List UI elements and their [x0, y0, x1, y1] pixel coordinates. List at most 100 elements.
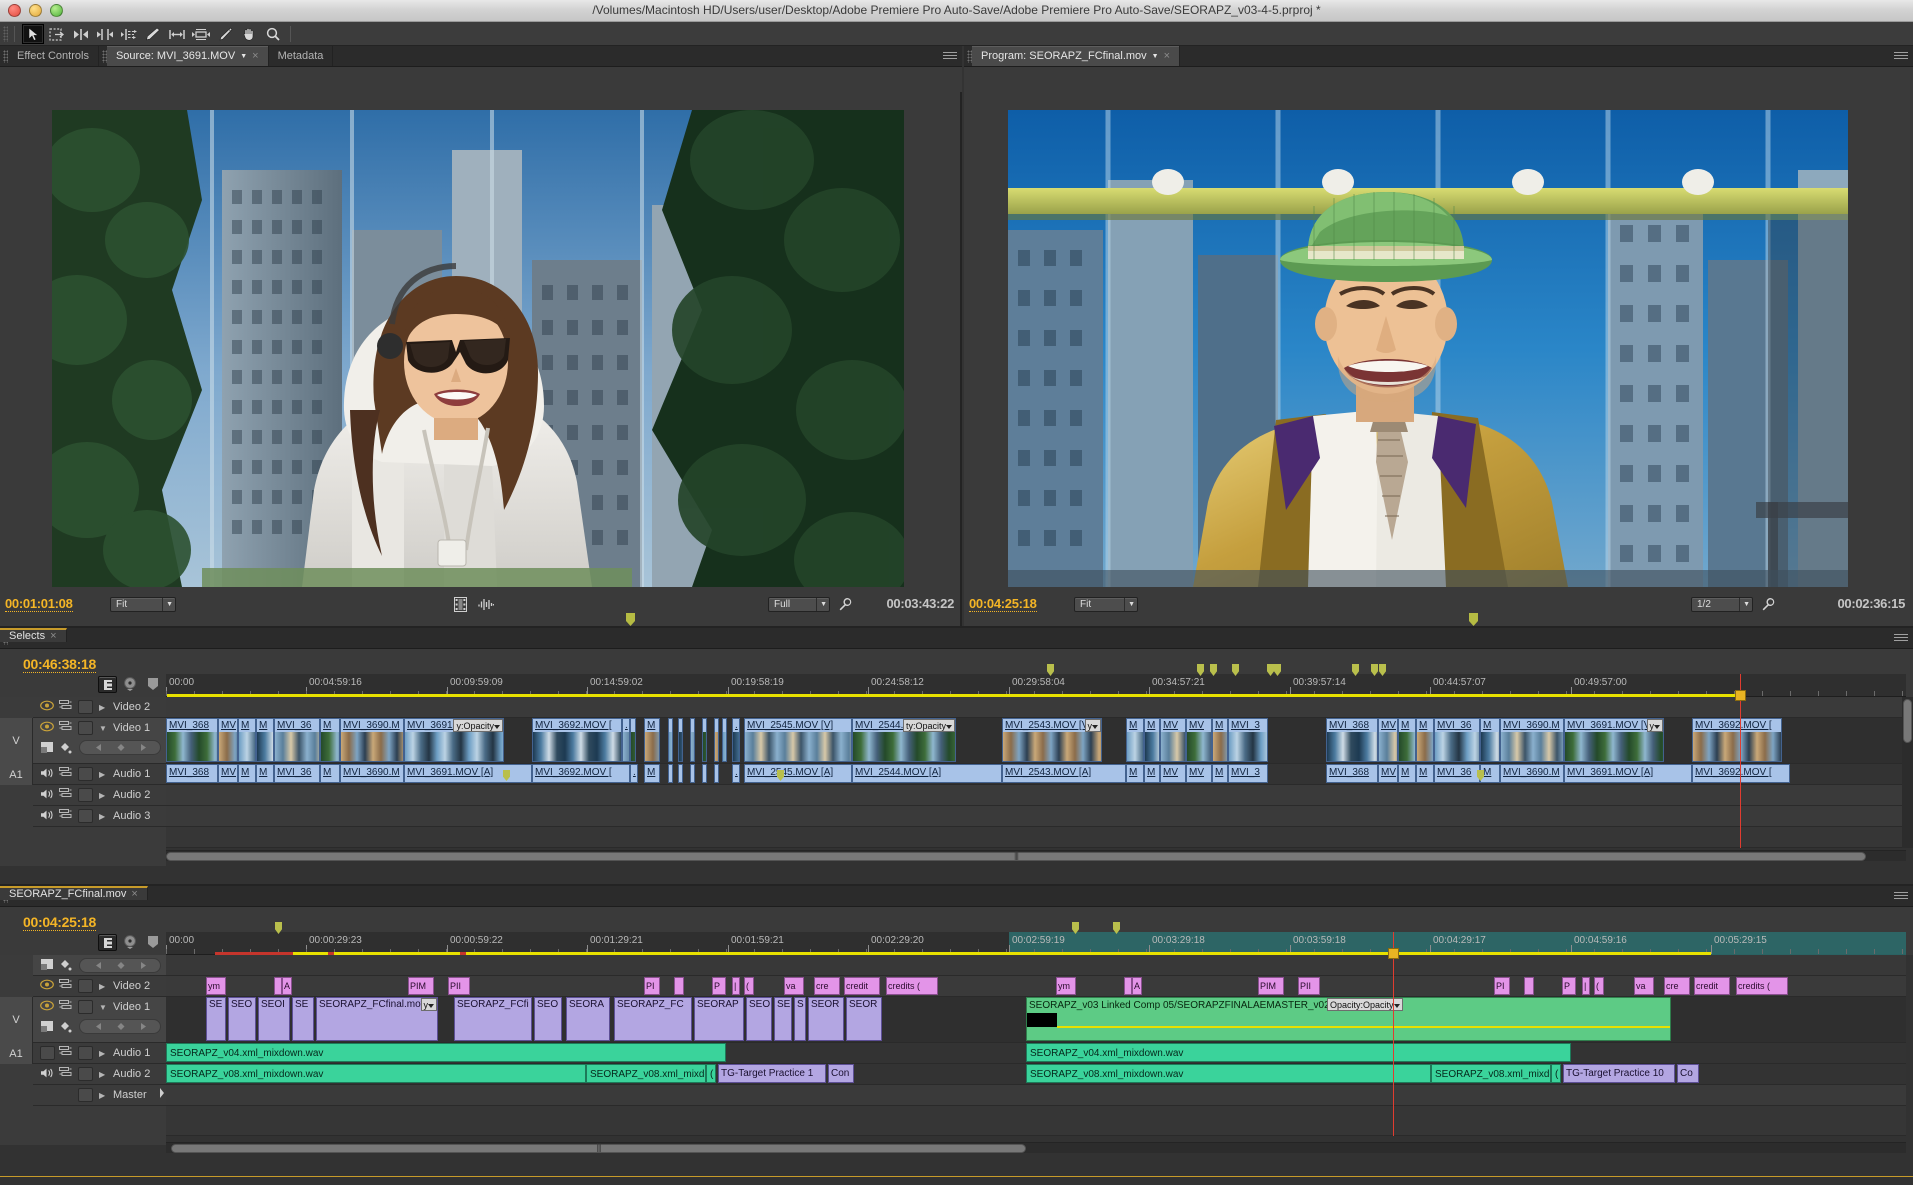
audio-clip[interactable]: Con — [828, 1064, 854, 1083]
timeline-clip[interactable]: SEORA — [566, 997, 610, 1041]
timeline-clip[interactable]: MVI_3691.MOV [V]y:Opacity — [404, 718, 504, 762]
timeline-clip[interactable]: M — [1398, 718, 1416, 762]
timeline-clip[interactable]: PIM — [408, 977, 434, 995]
timeline-clip[interactable]: A — [282, 977, 292, 995]
final-track-tools-row[interactable] — [33, 955, 166, 976]
timeline-clip[interactable] — [702, 764, 707, 783]
collapse-triangle-icon[interactable]: ▼ — [99, 1003, 107, 1012]
track-video-1[interactable]: SESEOSEOISESEORAPZ_FCfinal.movySEORAPZ_F… — [166, 997, 1906, 1043]
panel-menu-icon[interactable] — [1894, 632, 1908, 645]
track-audio-1[interactable]: MVI_368MVMMMVI_36MMVI_3690.MMVI_3691.MOV… — [166, 764, 1906, 785]
expand-triangle-icon[interactable]: ▶ — [99, 770, 105, 779]
linked-selection-icon[interactable] — [123, 935, 137, 952]
timeline-clip[interactable] — [690, 764, 695, 783]
expand-triangle-icon[interactable]: ▶ — [99, 1070, 105, 1079]
timeline-clip[interactable] — [668, 718, 673, 762]
close-icon[interactable]: × — [1164, 50, 1170, 62]
track-lock-toggle[interactable] — [78, 979, 93, 993]
timeline-clip[interactable]: M — [1144, 764, 1160, 783]
speaker-icon[interactable] — [40, 767, 54, 782]
timeline-clip[interactable]: M — [1480, 718, 1500, 762]
timeline-clip[interactable]: MVI_2544.MOV [A] — [852, 764, 1002, 783]
timeline-clip[interactable]: MVI_2544.MOV [V]ty:Opacity — [852, 718, 956, 762]
keyframe-navigator[interactable] — [79, 1019, 161, 1034]
track-select-tool[interactable] — [46, 24, 68, 44]
pen-tool[interactable] — [214, 24, 236, 44]
program-monitor-image[interactable] — [1008, 110, 1848, 587]
settings-wrench-icon[interactable] — [1761, 597, 1775, 614]
eye-icon[interactable] — [40, 721, 54, 735]
timeline-clip[interactable]: MVI_368 — [1326, 718, 1378, 762]
sync-lock-icon[interactable] — [59, 767, 72, 781]
track-lock-toggle[interactable] — [78, 1000, 93, 1014]
audio-target-indicator[interactable]: A1 — [0, 764, 33, 785]
timeline-clip[interactable]: MV — [218, 764, 238, 783]
clip-effect-badge[interactable]: y:Opacity — [453, 719, 503, 732]
timeline-clip[interactable]: PIM — [1258, 977, 1284, 995]
timeline-clip[interactable]: SEO — [746, 997, 772, 1041]
timeline-clip[interactable] — [690, 718, 695, 762]
audio-clip[interactable]: ( — [1551, 1064, 1561, 1083]
timeline-clip[interactable]: MV — [1160, 764, 1186, 783]
timeline-clip[interactable]: va — [784, 977, 804, 995]
audio-clip[interactable]: TG-Target Practice 1 — [718, 1064, 826, 1083]
audio-clip[interactable]: TG-Target Practice 10 — [1563, 1064, 1675, 1083]
timeline-clip[interactable]: MV — [218, 718, 238, 762]
expand-triangle-icon[interactable]: ▶ — [99, 703, 105, 712]
timeline-clip[interactable]: MV — [1378, 718, 1398, 762]
expand-triangle-icon[interactable]: ▶ — [99, 982, 105, 991]
clip-effect-badge[interactable]: y — [1085, 719, 1102, 732]
timeline-clip[interactable]: MVI_3 — [1228, 718, 1268, 762]
tab-program-monitor[interactable]: Program: SEORAPZ_FCfinal.mov ▼ × — [972, 46, 1180, 66]
track-lock-toggle[interactable] — [78, 1046, 93, 1060]
timeline-clip[interactable]: ym — [206, 977, 226, 995]
timeline-clip[interactable]: SEOI — [258, 997, 290, 1041]
timeline-clip[interactable]: P — [1562, 977, 1576, 995]
tab-final-sequence[interactable]: SEORAPZ_FCfinal.mov × — [0, 886, 148, 900]
timeline-clip[interactable] — [678, 718, 683, 762]
timeline-clip[interactable]: MVI_2545.MOV [A] — [744, 764, 852, 783]
track-lock-toggle[interactable] — [78, 809, 93, 823]
close-icon[interactable]: × — [50, 630, 56, 642]
timeline-clip[interactable] — [668, 764, 673, 783]
timeline-clip[interactable]: MV — [1160, 718, 1186, 762]
timeline-clip[interactable] — [1124, 977, 1132, 995]
timeline-clip[interactable]: SEORAPZ_FCfinal.movy — [316, 997, 438, 1041]
settings-wrench-icon[interactable] — [838, 597, 852, 614]
timeline-clip[interactable]: MV — [1186, 718, 1212, 762]
timeline-clip[interactable]: MVI_368 — [166, 718, 218, 762]
timeline-clip[interactable]: va — [1634, 977, 1654, 995]
speaker-toggle[interactable] — [40, 1046, 55, 1060]
timeline-clip[interactable]: SEORAPZ_FC — [614, 997, 692, 1041]
audio-clip[interactable]: SEORAPZ_v08.xml_mixdov — [1431, 1064, 1551, 1083]
chevron-down-icon[interactable]: ▼ — [240, 53, 247, 60]
timeline-clip[interactable]: PI — [644, 977, 660, 995]
clip-effect-badge[interactable]: ty:Opacity — [903, 719, 955, 732]
video-display-style-icon[interactable] — [40, 1020, 55, 1037]
track-header-video-2[interactable]: ▶ Video 2 — [33, 976, 166, 997]
rolling-edit-tool[interactable] — [94, 24, 116, 44]
audio-clip[interactable]: Co — [1677, 1064, 1699, 1083]
timeline-clip[interactable]: SEO — [534, 997, 562, 1041]
track-header-master[interactable]: ▶ Master — [33, 1085, 166, 1106]
timeline-clip[interactable]: MVI_2545.MOV [V] — [744, 718, 852, 762]
timeline-clip[interactable]: MVI_3692.MOV [ — [1692, 718, 1782, 762]
speaker-icon[interactable] — [40, 809, 54, 824]
timeline-clip[interactable]: credit — [844, 977, 880, 995]
audio-clip[interactable]: SEORAPZ_v08.xml_mixdown.wav — [166, 1064, 586, 1083]
slip-tool[interactable] — [166, 24, 188, 44]
zoom-tool[interactable] — [262, 24, 284, 44]
track-lock-toggle[interactable] — [78, 1067, 93, 1081]
audio-clip[interactable]: SEORAPZ_v04.xml_mixdown.wav — [166, 1043, 726, 1062]
final-playhead-line[interactable] — [1393, 932, 1394, 1136]
timeline-clip[interactable]: SEOR — [808, 997, 844, 1041]
timeline-clip[interactable]: S — [794, 997, 806, 1041]
selects-vscrollbar[interactable] — [1902, 697, 1913, 848]
ripple-edit-tool[interactable] — [70, 24, 92, 44]
timeline-clip[interactable] — [274, 977, 282, 995]
video-target-indicator[interactable]: V — [0, 997, 33, 1043]
timeline-clip[interactable]: MVI_3691.MOV [V]y — [1564, 718, 1664, 762]
timeline-clip[interactable]: MVI_3690.M — [1500, 764, 1564, 783]
final-playhead-timecode[interactable]: 00:04:25:18 — [23, 914, 96, 931]
selects-playhead-head[interactable] — [1735, 690, 1746, 701]
